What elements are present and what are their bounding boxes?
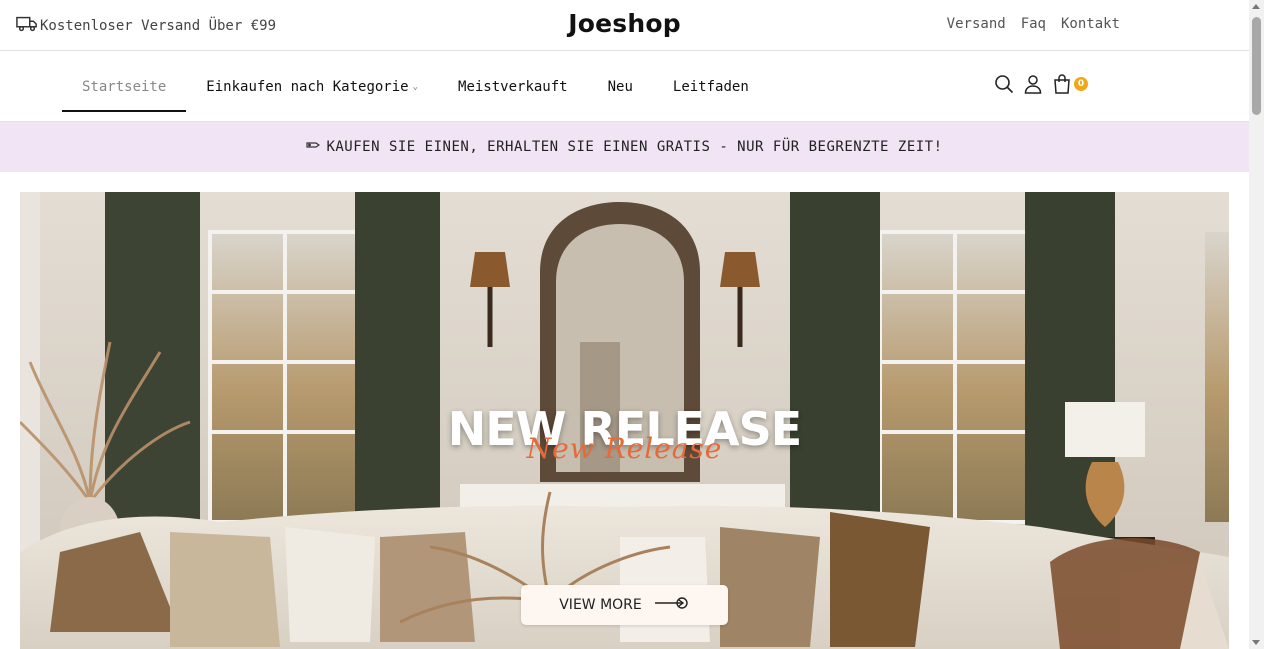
nav-item-leitfaden[interactable]: Leitfaden: [653, 51, 769, 122]
view-more-label: VIEW MORE: [559, 597, 642, 613]
header-icons: 0: [994, 74, 1088, 94]
cart-button[interactable]: 0: [1052, 74, 1088, 94]
hero-banner: NEW RELEASE New Release VIEW MORE: [20, 192, 1229, 649]
nav-item-label: Neu: [607, 78, 633, 95]
free-shipping-notice: Kostenloser Versand Über €99: [16, 15, 276, 37]
top-links: Versand Faq Kontakt: [947, 16, 1120, 32]
chevron-down-icon: ⌄: [412, 81, 419, 92]
hero-script-text: New Release: [526, 432, 723, 465]
scrollbar-thumb[interactable]: [1252, 17, 1261, 115]
sale-tag-icon: [306, 139, 321, 155]
announcement-text: KAUFEN SIE EINEN, ERHALTEN SIE EINEN GRA…: [326, 139, 943, 155]
user-icon[interactable]: [1023, 74, 1043, 94]
page-scrollbar[interactable]: [1249, 0, 1264, 649]
cart-icon: [1052, 74, 1072, 94]
search-icon[interactable]: [994, 74, 1014, 94]
cart-count-badge: 0: [1074, 77, 1088, 91]
nav-item-label: Einkaufen nach Kategorie: [206, 78, 409, 95]
top-bar: Kostenloser Versand Über €99 Joeshop Ver…: [0, 0, 1249, 51]
view-more-button[interactable]: VIEW MORE: [521, 585, 728, 625]
nav-item-label: Meistverkauft: [458, 78, 568, 95]
nav-item-kategorie[interactable]: Einkaufen nach Kategorie ⌄: [186, 51, 438, 122]
free-shipping-text: Kostenloser Versand Über €99: [40, 18, 277, 34]
nav-item-label: Leitfaden: [672, 78, 749, 95]
truck-icon: [16, 15, 38, 37]
top-link-kontakt[interactable]: Kontakt: [1061, 16, 1120, 32]
nav-item-startseite[interactable]: Startseite: [62, 51, 187, 122]
announcement-bar: KAUFEN SIE EINEN, ERHALTEN SIE EINEN GRA…: [0, 122, 1249, 172]
scroll-down-icon[interactable]: [1252, 640, 1260, 645]
top-link-faq[interactable]: Faq: [1021, 16, 1046, 32]
nav-item-label: Startseite: [82, 78, 167, 95]
nav-items: Startseite Einkaufen nach Kategorie ⌄ Me…: [62, 51, 769, 122]
arrow-right-icon: [654, 596, 690, 614]
nav-item-neu[interactable]: Neu: [588, 51, 653, 122]
main-navigation: Startseite Einkaufen nach Kategorie ⌄ Me…: [0, 51, 1249, 122]
scroll-up-icon[interactable]: [1252, 4, 1260, 9]
nav-item-meistverkauft[interactable]: Meistverkauft: [438, 51, 588, 122]
top-link-versand[interactable]: Versand: [947, 16, 1006, 32]
